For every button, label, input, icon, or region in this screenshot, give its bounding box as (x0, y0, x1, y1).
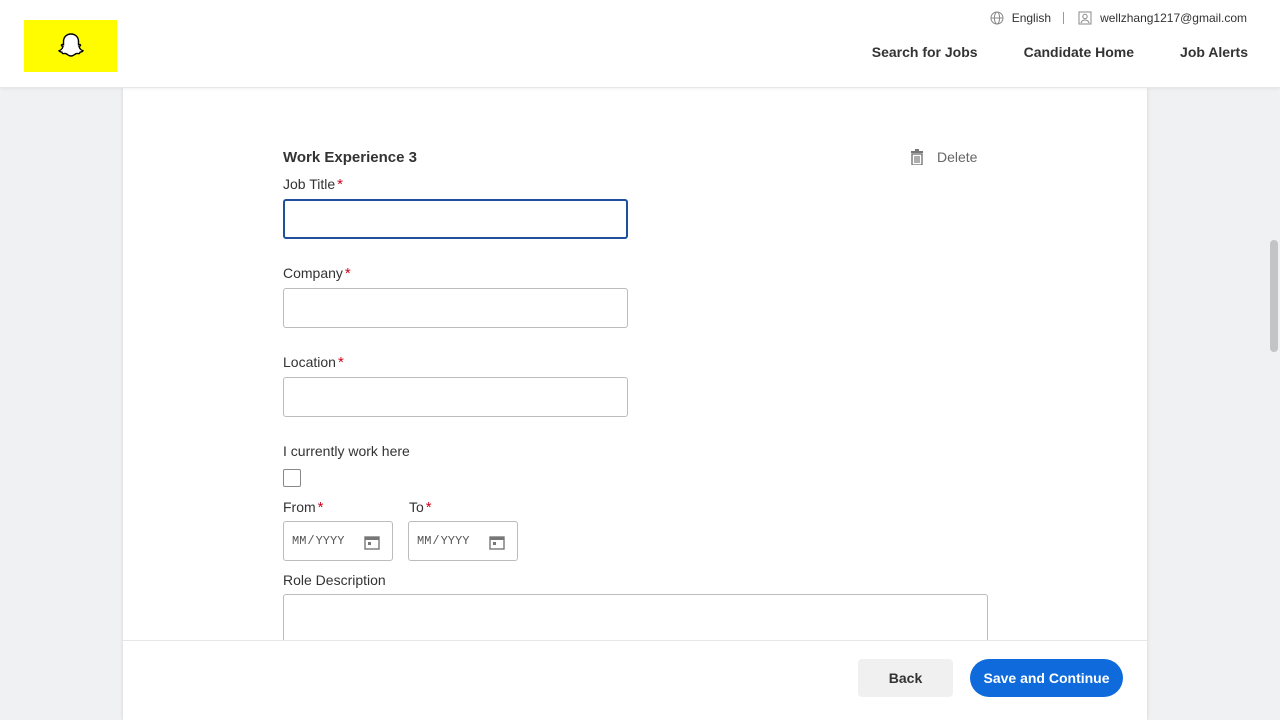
delete-label: Delete (937, 149, 978, 165)
ghost-icon (57, 33, 84, 57)
location-label: Location * (283, 354, 344, 371)
job-title-label-text: Job Title (283, 176, 336, 192)
date-separator: / (432, 534, 440, 548)
date-separator: / (307, 534, 315, 548)
divider (1063, 12, 1065, 24)
language-selector[interactable]: English (1012, 11, 1051, 25)
utility-links: English wellzhang1217@gmail.com (990, 10, 1247, 26)
top-navigation-bar: English wellzhang1217@gmail.com Search f… (0, 0, 1280, 88)
company-input[interactable] (283, 288, 628, 328)
required-marker: * (337, 354, 344, 371)
scrollbar-thumb[interactable] (1270, 240, 1278, 352)
from-year-input[interactable]: YYYY (316, 534, 345, 548)
calendar-icon[interactable] (364, 534, 380, 550)
globe-icon[interactable] (990, 11, 1004, 25)
page-scrollbar[interactable] (1268, 88, 1280, 720)
to-label: To * (409, 499, 432, 516)
user-icon[interactable] (1078, 11, 1092, 25)
required-marker: * (337, 176, 343, 193)
company-label-text: Company (283, 265, 343, 281)
required-marker: * (344, 265, 351, 282)
main-nav: Search for Jobs Candidate Home Job Alert… (868, 42, 1252, 62)
delete-button[interactable]: Delete (910, 149, 977, 165)
to-date-field: MM / YYYY (408, 521, 518, 561)
trash-icon (910, 149, 924, 165)
section-title: Work Experience 3 (283, 149, 417, 166)
job-title-label: Job Title * (283, 176, 343, 193)
from-date-field: MM / YYYY (283, 521, 393, 561)
nav-candidate-home[interactable]: Candidate Home (1020, 42, 1138, 62)
snapchat-logo[interactable] (24, 20, 117, 72)
company-label: Company * (283, 265, 351, 282)
to-label-text: To (409, 499, 424, 515)
from-label-text: From (283, 499, 316, 515)
currently-work-here-checkbox[interactable] (283, 469, 301, 487)
application-form-card: Work Experience 3 Delete Job Title * Comp… (123, 88, 1147, 720)
nav-job-alerts[interactable]: Job Alerts (1176, 42, 1252, 62)
save-and-continue-button[interactable]: Save and Continue (970, 659, 1123, 697)
required-marker: * (317, 499, 324, 516)
nav-search-for-jobs[interactable]: Search for Jobs (868, 42, 982, 62)
currently-work-here-label: I currently work here (283, 443, 410, 459)
to-month-input[interactable]: MM (417, 534, 431, 548)
job-title-input[interactable] (283, 199, 628, 239)
required-marker: * (425, 499, 432, 516)
form-footer: Back Save and Continue (123, 640, 1147, 720)
role-description-label: Role Description (283, 572, 386, 588)
from-month-input[interactable]: MM (292, 534, 306, 548)
back-button[interactable]: Back (858, 659, 953, 697)
to-year-input[interactable]: YYYY (441, 534, 470, 548)
location-input[interactable] (283, 377, 628, 417)
calendar-icon[interactable] (489, 534, 505, 550)
from-label: From * (283, 499, 324, 516)
location-label-text: Location (283, 354, 336, 370)
user-account-email[interactable]: wellzhang1217@gmail.com (1100, 11, 1247, 25)
